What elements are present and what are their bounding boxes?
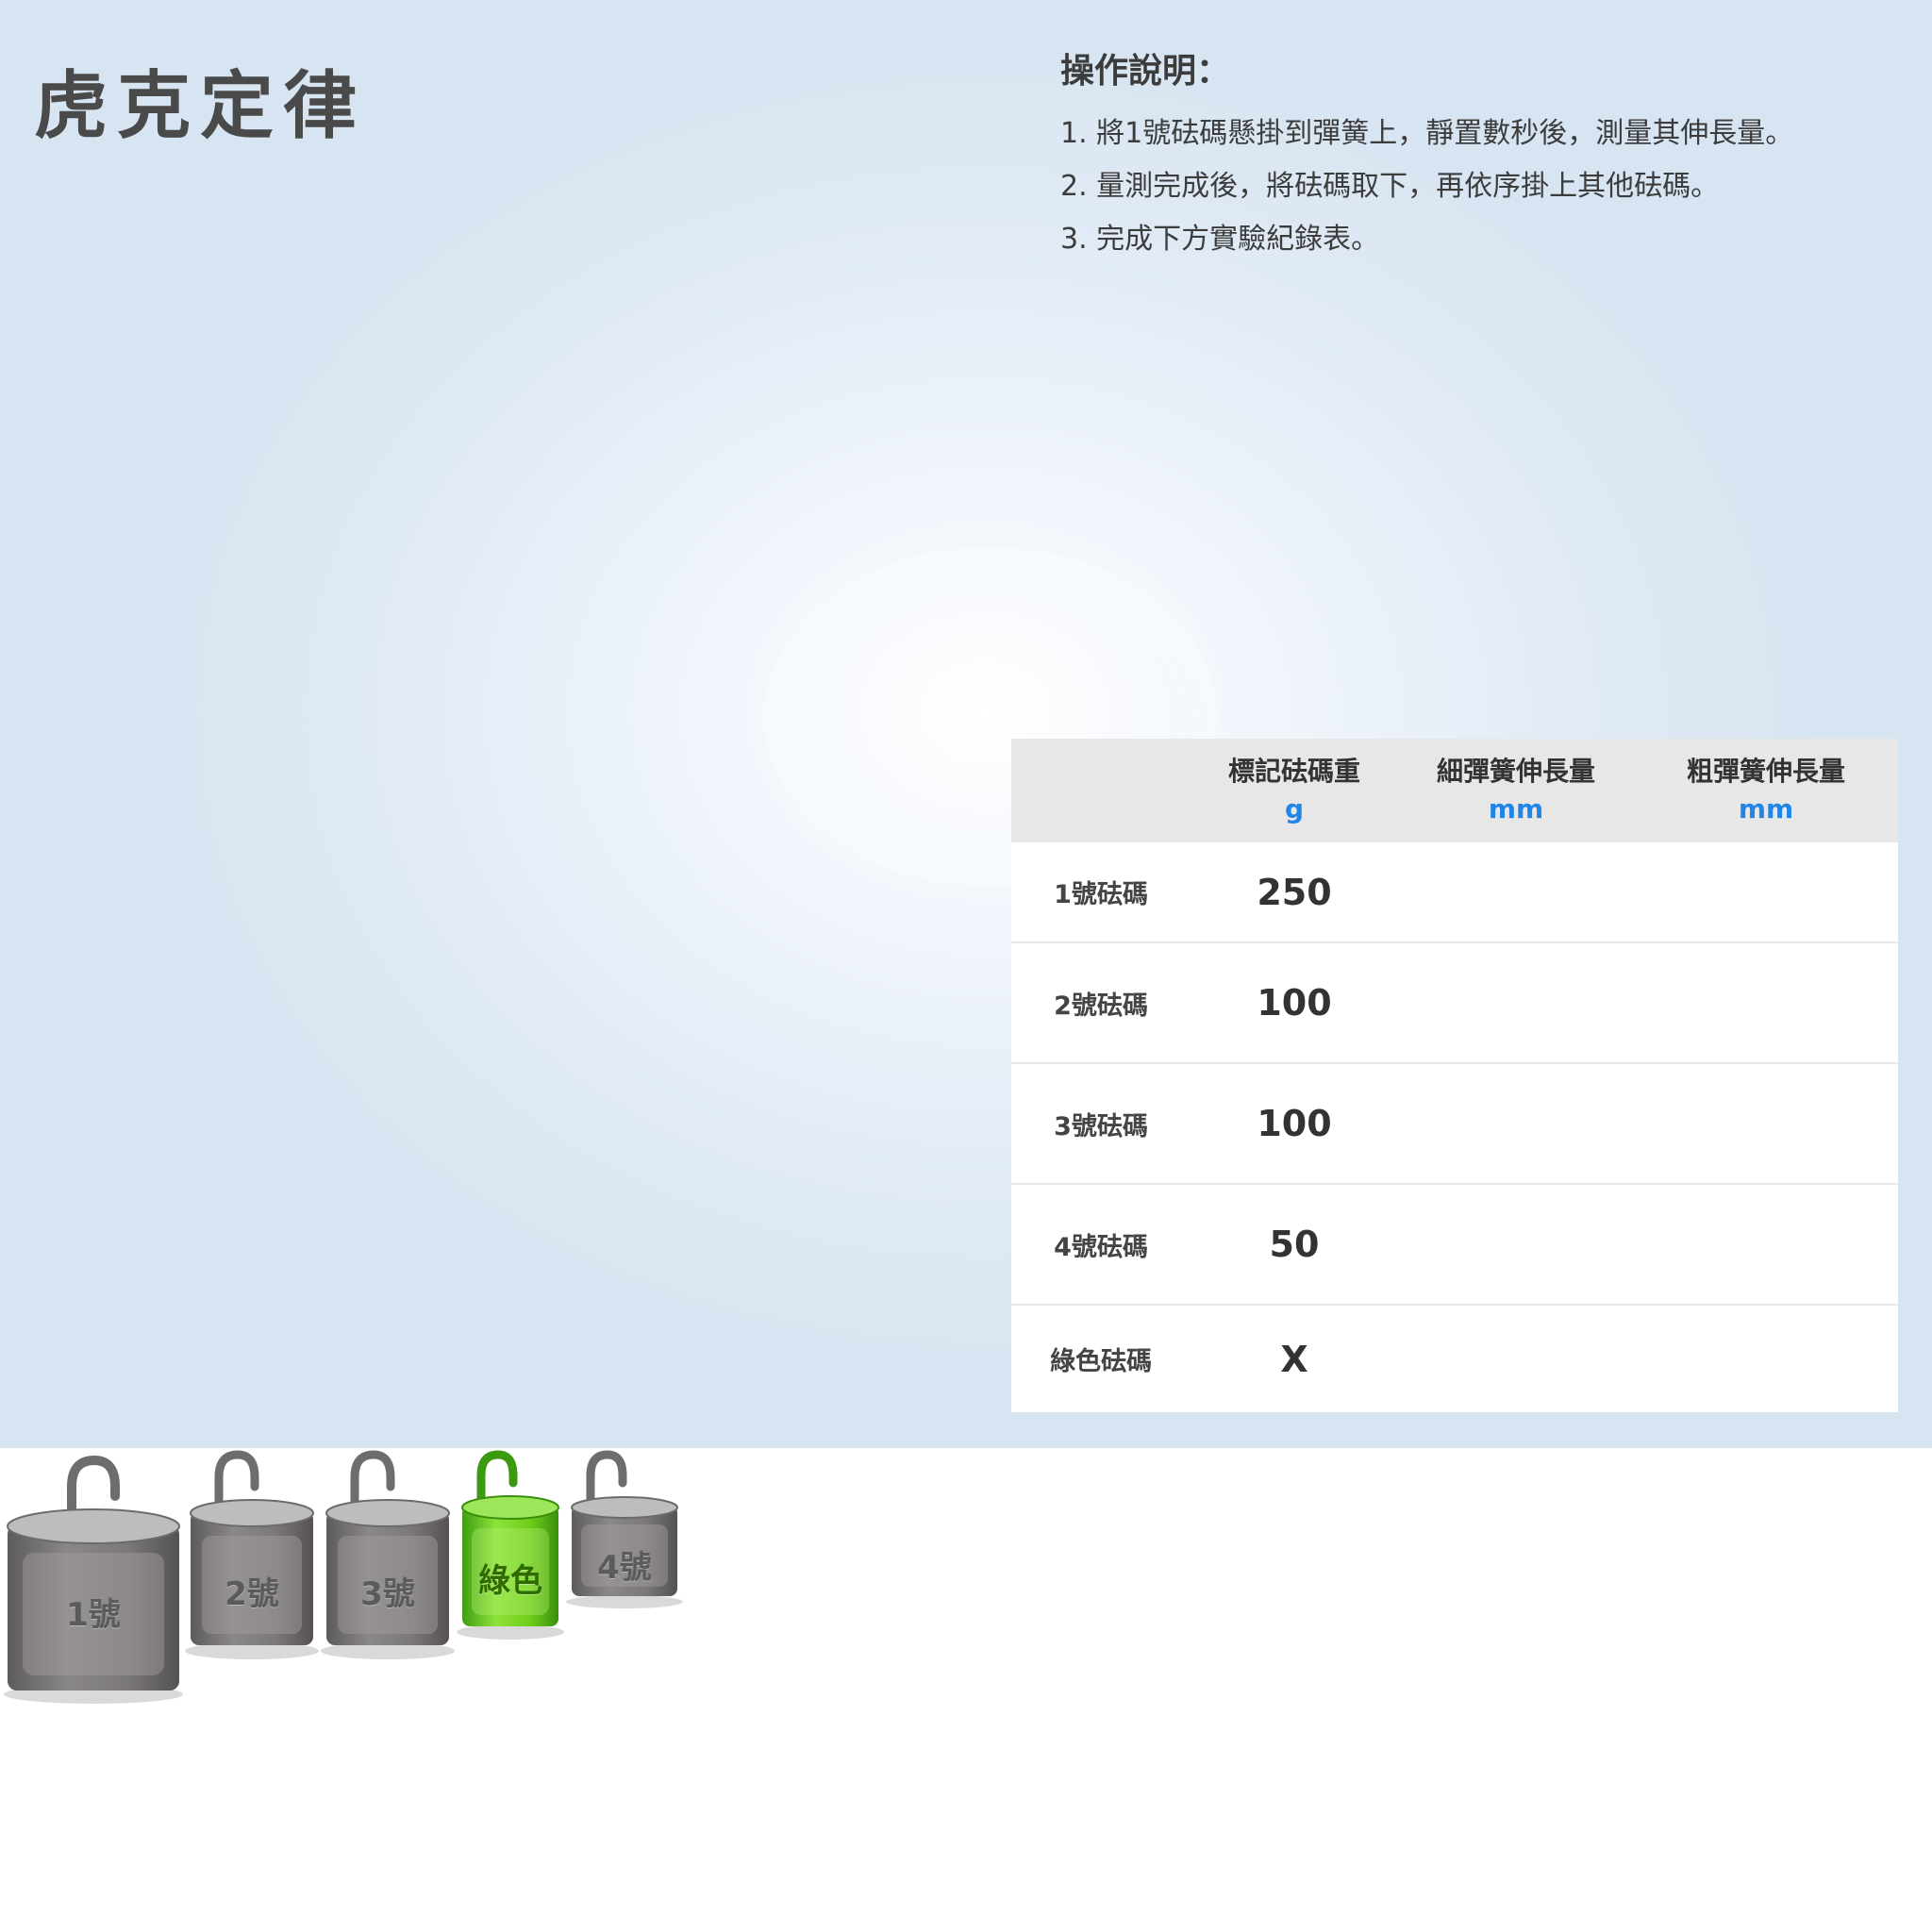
header-weight-label: 標記砝碼重 — [1227, 756, 1360, 787]
header-weight: 標記砝碼重 g — [1191, 739, 1398, 842]
row-label: 綠色砝碼 — [1050, 1347, 1152, 1376]
thin-spring-cell[interactable] — [1398, 1063, 1634, 1184]
instruction-step: 2. 量測完成後，將砝碼取下，再依序掛上其他砝碼。 — [1060, 170, 1720, 203]
instructions-panel: 操作說明： 1. 將1號砝碼懸掛到彈簧上，靜置數秒後，測量其伸長量。 2. 量測… — [1060, 43, 1793, 266]
experiment-stage: 虎克定律 操作說明： 1. 將1號砝碼懸掛到彈簧上，靜置數秒後，測量其伸長量。 … — [0, 0, 1932, 1448]
row-weight-value: 50 — [1269, 1224, 1320, 1265]
weight-4[interactable]: 4號 — [566, 1449, 683, 1609]
table-row: 4號砝碼 50 — [1011, 1184, 1898, 1305]
row-weight-value: X — [1280, 1338, 1308, 1380]
weight-label: 綠色 — [478, 1562, 542, 1600]
header-thin-spring-label: 細彈簧伸長量 — [1436, 756, 1595, 787]
record-table: 標記砝碼重 g 細彈簧伸長量 mm 粗彈簧伸長量 mm 1號砝碼 250 2號砝… — [1011, 739, 1898, 1412]
instruction-step: 3. 完成下方實驗紀錄表。 — [1060, 223, 1380, 256]
weight-label: 1號 — [66, 1596, 121, 1634]
header-thin-spring: 細彈簧伸長量 mm — [1398, 739, 1634, 842]
instructions-heading: 操作說明： — [1060, 52, 1231, 91]
header-thick-spring-unit: mm — [1738, 793, 1794, 824]
thick-spring-cell[interactable] — [1634, 1305, 1898, 1412]
thick-spring-cell[interactable] — [1634, 842, 1898, 942]
weight-label: 4號 — [597, 1549, 652, 1587]
header-thin-spring-unit: mm — [1488, 793, 1544, 824]
header-thick-spring: 粗彈簧伸長量 mm — [1634, 739, 1898, 842]
header-thick-spring-label: 粗彈簧伸長量 — [1686, 756, 1845, 787]
thin-spring-cell[interactable] — [1398, 942, 1634, 1063]
row-label: 4號砝碼 — [1054, 1232, 1148, 1262]
weight-graphic — [457, 1450, 564, 1640]
weight-1[interactable]: 1號 — [4, 1449, 183, 1706]
header-weight-unit: g — [1284, 793, 1305, 824]
table-row: 綠色砝碼 X — [1011, 1305, 1898, 1412]
table-header-row: 標記砝碼重 g 細彈簧伸長量 mm 粗彈簧伸長量 mm — [1011, 739, 1898, 842]
row-weight-value: 100 — [1257, 982, 1332, 1024]
row-weight-value: 100 — [1257, 1103, 1332, 1144]
weight-graphic — [321, 1450, 455, 1659]
weight-3[interactable]: 3號 — [321, 1449, 455, 1660]
row-weight-value: 250 — [1257, 871, 1332, 913]
thin-spring-cell[interactable] — [1398, 1305, 1634, 1412]
page-title: 虎克定律 — [34, 64, 367, 149]
table-row: 1號砝碼 250 — [1011, 842, 1898, 942]
table-row: 3號砝碼 100 — [1011, 1063, 1898, 1184]
row-label: 1號砝碼 — [1054, 880, 1148, 909]
thick-spring-cell[interactable] — [1634, 942, 1898, 1063]
weight-label: 3號 — [360, 1575, 415, 1613]
weight-2[interactable]: 2號 — [185, 1449, 319, 1660]
thick-spring-cell[interactable] — [1634, 1184, 1898, 1305]
row-label: 2號砝碼 — [1054, 991, 1148, 1021]
table-row: 2號砝碼 100 — [1011, 942, 1898, 1063]
header-empty — [1011, 739, 1191, 842]
thick-spring-cell[interactable] — [1634, 1063, 1898, 1184]
weight-green[interactable]: 綠色 — [457, 1449, 564, 1641]
thin-spring-cell[interactable] — [1398, 1184, 1634, 1305]
thin-spring-cell[interactable] — [1398, 842, 1634, 942]
instruction-step: 1. 將1號砝碼懸掛到彈簧上，靜置數秒後，測量其伸長量。 — [1060, 117, 1794, 150]
weight-label: 2號 — [225, 1575, 279, 1613]
weight-graphic — [4, 1455, 183, 1704]
weight-graphic — [185, 1450, 319, 1659]
row-label: 3號砝碼 — [1054, 1111, 1148, 1141]
instructions-list: 1. 將1號砝碼懸掛到彈簧上，靜置數秒後，測量其伸長量。 2. 量測完成後，將砝… — [1060, 108, 1793, 266]
